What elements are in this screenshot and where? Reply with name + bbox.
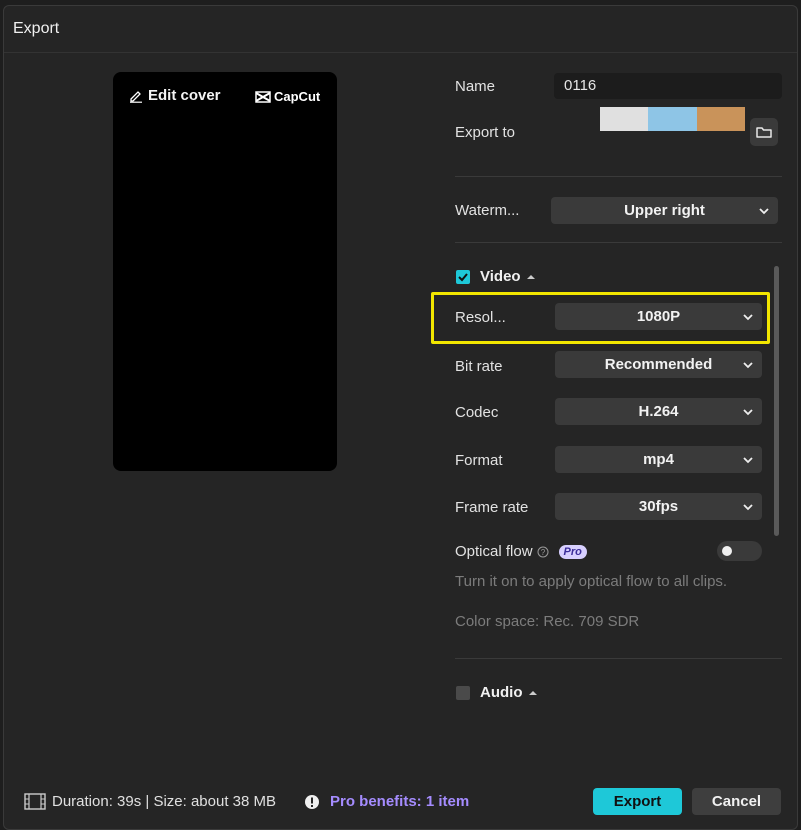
browse-folder-button[interactable] <box>750 118 778 146</box>
optical-flow-row: Optical flow ? Pro <box>455 543 587 560</box>
divider <box>455 658 782 659</box>
frame-rate-label: Frame rate <box>455 499 529 516</box>
optical-flow-label: Optical flow <box>455 543 533 560</box>
title-bar: Export <box>4 6 797 53</box>
frame-rate-value: 30fps <box>638 498 679 515</box>
codec-label: Codec <box>455 404 499 421</box>
video-section-header[interactable]: Video <box>480 268 536 285</box>
frame-rate-select[interactable]: 30fps <box>555 493 762 520</box>
codec-value: H.264 <box>638 403 679 420</box>
watermark-select[interactable]: Upper right <box>551 197 778 224</box>
path-segment <box>648 107 697 131</box>
codec-select[interactable]: H.264 <box>555 398 762 425</box>
cover-preview: Edit cover CapCut <box>113 72 337 471</box>
format-label: Format <box>455 452 503 469</box>
optical-flow-hint: Turn it on to apply optical flow to all … <box>455 573 728 590</box>
path-segment <box>600 107 649 131</box>
color-space-text: Color space: Rec. 709 SDR <box>455 613 640 630</box>
path-segment <box>696 107 745 131</box>
chevron-down-icon <box>743 456 753 463</box>
toggle-knob <box>722 546 732 556</box>
folder-icon <box>756 127 772 138</box>
edit-cover-label: Edit cover <box>148 87 221 104</box>
format-value: mp4 <box>643 451 674 468</box>
audio-section-label: Audio <box>480 684 523 701</box>
chevron-down-icon <box>759 207 769 214</box>
edit-cover-button[interactable]: Edit cover <box>129 87 221 104</box>
format-select[interactable]: mp4 <box>555 446 762 473</box>
audio-section-header[interactable]: Audio <box>480 684 538 701</box>
bit-rate-select[interactable]: Recommended <box>555 351 762 378</box>
capcut-logo-icon <box>255 90 271 103</box>
name-input[interactable]: 0116 <box>554 73 782 99</box>
export-dialog: Export Edit cover CapCut Name 0116 Expor… <box>3 5 798 830</box>
info-icon <box>305 794 319 809</box>
name-label: Name <box>455 78 496 95</box>
export-path-field[interactable] <box>600 107 745 131</box>
duration-size-info: Duration: 39s | Size: about 38 MB <box>24 793 276 810</box>
chevron-down-icon <box>743 361 753 368</box>
watermark-value: Upper right <box>624 202 705 219</box>
pro-benefits[interactable]: Pro benefits: 1 item <box>304 793 469 810</box>
capcut-logo-text: CapCut <box>274 89 321 104</box>
pro-benefits-text: Pro benefits: 1 item <box>330 793 470 810</box>
highlight-annotation <box>431 292 770 344</box>
divider <box>455 176 782 177</box>
cancel-button[interactable]: Cancel <box>692 788 781 815</box>
chevron-down-icon <box>743 408 753 415</box>
bit-rate-label: Bit rate <box>455 358 503 375</box>
export-to-label: Export to <box>455 124 516 141</box>
capcut-logo: CapCut <box>255 89 320 104</box>
dialog-title: Export <box>13 20 60 37</box>
video-checkbox[interactable] <box>456 270 470 284</box>
video-section-label: Video <box>480 268 521 285</box>
svg-text:?: ? <box>540 548 545 557</box>
caret-up-icon <box>526 274 535 279</box>
caret-up-icon <box>528 690 537 695</box>
help-icon[interactable]: ? <box>537 546 549 558</box>
duration-size-text: Duration: 39s | Size: about 38 MB <box>52 793 277 810</box>
audio-checkbox[interactable] <box>456 686 470 700</box>
optical-flow-toggle[interactable] <box>717 541 762 561</box>
scrollbar-thumb[interactable] <box>774 266 779 536</box>
film-icon <box>24 793 46 810</box>
watermark-label: Waterm... <box>455 202 520 219</box>
edit-icon <box>130 90 142 103</box>
bit-rate-value: Recommended <box>604 356 713 373</box>
chevron-down-icon <box>743 503 753 510</box>
pro-badge: Pro <box>558 544 587 559</box>
divider <box>455 242 782 243</box>
export-button[interactable]: Export <box>593 788 682 815</box>
checkmark-icon <box>458 273 468 282</box>
